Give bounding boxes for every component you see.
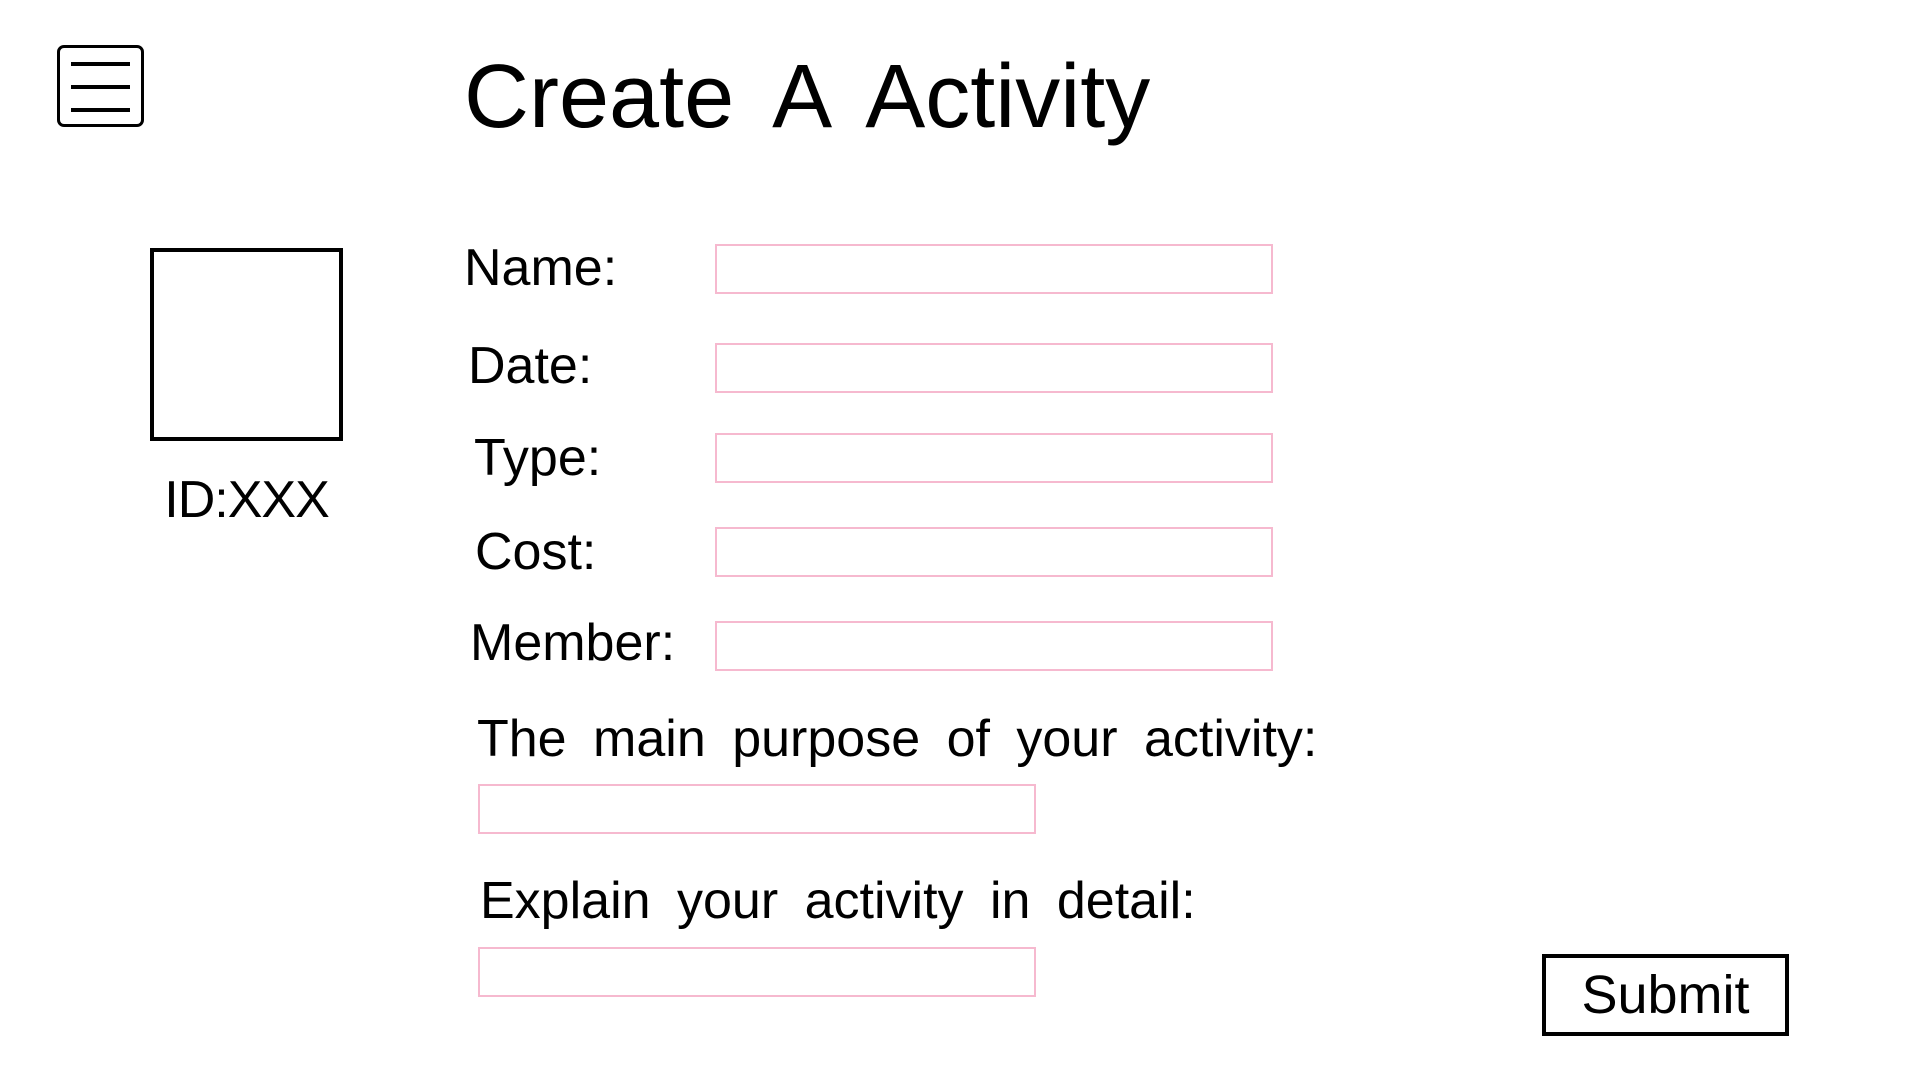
name-label: Name: <box>464 239 618 297</box>
cost-input[interactable] <box>715 527 1273 577</box>
type-label: Type: <box>474 429 602 487</box>
page-title: Create A Activity <box>464 47 1151 147</box>
purpose-input[interactable] <box>478 784 1036 834</box>
submit-button[interactable]: Submit <box>1542 954 1789 1036</box>
detail-label: Explain your activity in detail: <box>480 872 1196 930</box>
member-input[interactable] <box>715 621 1273 671</box>
cost-label: Cost: <box>475 523 597 581</box>
activity-image-placeholder[interactable] <box>150 248 343 441</box>
menu-button[interactable] <box>57 45 144 127</box>
purpose-label: The main purpose of your activity: <box>477 710 1318 768</box>
date-label: Date: <box>468 337 593 395</box>
type-input[interactable] <box>715 433 1273 483</box>
date-input[interactable] <box>715 343 1273 393</box>
activity-id-label: ID:XXX <box>164 471 330 529</box>
detail-input[interactable] <box>478 947 1036 997</box>
create-activity-page: Create A Activity ID:XXX Name: Date: Typ… <box>0 0 1920 1080</box>
name-input[interactable] <box>715 244 1273 294</box>
member-label: Member: <box>470 614 676 672</box>
